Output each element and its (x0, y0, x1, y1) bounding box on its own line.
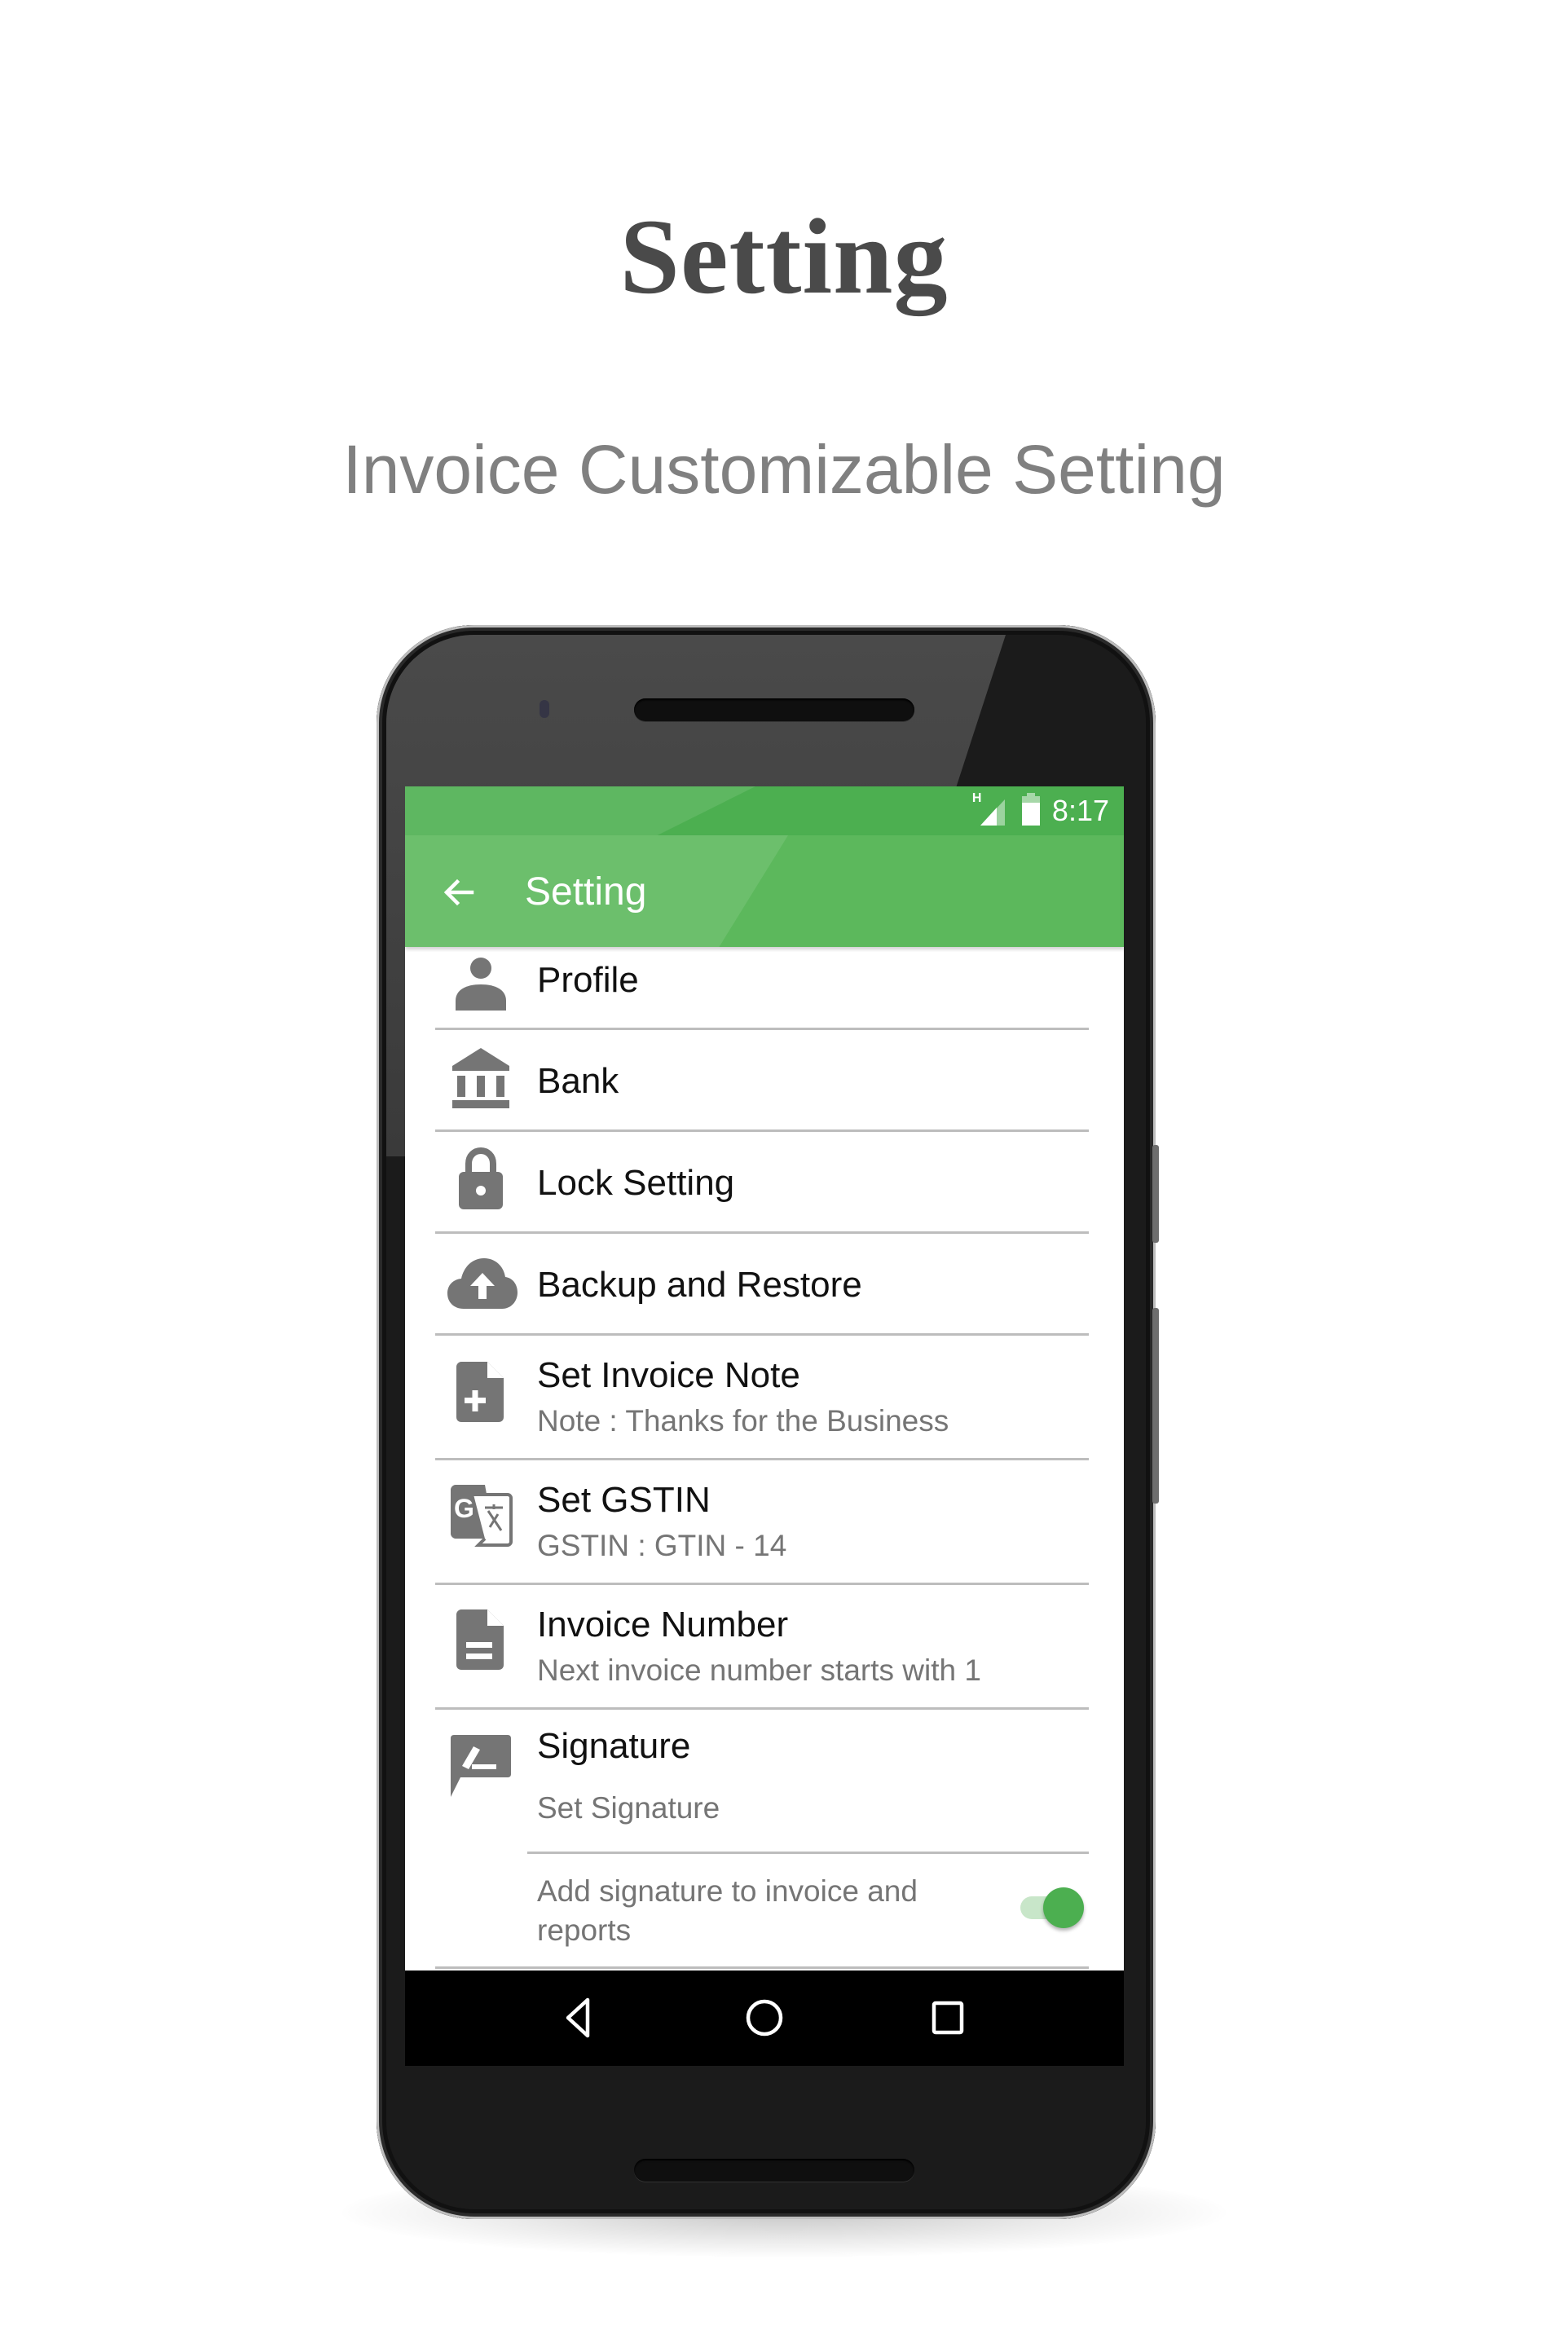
document-icon (449, 1608, 513, 1671)
settings-item-signature[interactable]: Signature Set Signature (405, 1710, 1124, 1844)
bank-icon (449, 1046, 513, 1110)
settings-item-profile[interactable]: Profile (405, 947, 1124, 1028)
note-add-icon (449, 1360, 513, 1424)
power-button (1152, 1308, 1159, 1504)
signature-toggle-label: Add signature to invoice and reports (537, 1872, 918, 1950)
settings-item-gstin[interactable]: G Set GSTIN GSTIN : GTIN - 14 (405, 1460, 1124, 1583)
battery-icon (1021, 792, 1041, 830)
nav-home-icon (746, 1999, 783, 2037)
settings-item-title: Profile (537, 960, 639, 1000)
arrow-left-icon (443, 878, 474, 906)
settings-item-title: Signature (537, 1726, 691, 1766)
nav-recents-icon (932, 2001, 964, 2035)
svg-text:G: G (454, 1494, 474, 1523)
divider (435, 1966, 1089, 1969)
status-time: 8:17 (1051, 794, 1109, 827)
nav-recents-button[interactable] (923, 1993, 972, 2042)
signature-icon (449, 1734, 513, 1798)
settings-item-title: Backup and Restore (537, 1265, 862, 1305)
toolbar-title: Setting (525, 870, 647, 914)
nav-back-button[interactable] (555, 1993, 604, 2042)
person-icon (449, 952, 513, 1015)
settings-item-invoice-note[interactable]: Set Invoice Note Note : Thanks for the B… (405, 1336, 1124, 1458)
signal-icon: H (972, 791, 1010, 827)
settings-item-backup-restore[interactable]: Backup and Restore (405, 1234, 1124, 1333)
settings-item-title: Set Invoice Note (537, 1355, 800, 1395)
lock-icon (449, 1147, 513, 1210)
settings-item-title: Invoice Number (537, 1605, 789, 1645)
status-bar-sheen (405, 786, 755, 835)
phone-screen: H 8:17 Setting Profile Bank Lock Setting… (405, 786, 1124, 2066)
settings-item-subtitle: Next invoice number starts with 1 (537, 1653, 981, 1687)
status-icons: H 8:17 (972, 791, 1109, 830)
signature-toggle-row: Add signature to invoice and reports (405, 1854, 1124, 1966)
volume-button (1152, 1145, 1159, 1243)
toggle-thumb (1043, 1887, 1084, 1928)
android-nav-bar (405, 1971, 1124, 2066)
cloud-upload-icon (446, 1252, 519, 1315)
settings-item-subtitle: Note : Thanks for the Business (537, 1404, 949, 1438)
nav-back-icon (566, 1997, 590, 2038)
settings-item-title: Lock Setting (537, 1163, 735, 1203)
add-signature-toggle[interactable] (1020, 1885, 1086, 1931)
signature-toggle-label-line2: reports (537, 1913, 632, 1947)
nav-home-button[interactable] (740, 1993, 789, 2042)
top-speaker (634, 698, 914, 721)
promo-headline: Setting (619, 196, 949, 316)
settings-item-bank[interactable]: Bank (405, 1030, 1124, 1129)
back-button[interactable] (439, 873, 478, 912)
status-bar: H 8:17 (405, 786, 1124, 835)
settings-item-title: Bank (537, 1061, 619, 1101)
settings-item-title: Set GSTIN (537, 1480, 711, 1520)
settings-item-subtitle: Set Signature (537, 1791, 720, 1825)
promo-subheadline: Invoice Customizable Setting (342, 431, 1226, 508)
settings-item-invoice-number[interactable]: Invoice Number Next invoice number start… (405, 1585, 1124, 1707)
signature-toggle-label-line1: Add signature to invoice and (537, 1874, 918, 1908)
front-camera (540, 700, 549, 718)
app-toolbar: Setting (405, 835, 1124, 947)
translate-icon: G (449, 1483, 513, 1547)
settings-item-lock-setting[interactable]: Lock Setting (405, 1132, 1124, 1231)
settings-item-subtitle: GSTIN : GTIN - 14 (537, 1529, 787, 1562)
bottom-speaker (634, 2159, 914, 2182)
